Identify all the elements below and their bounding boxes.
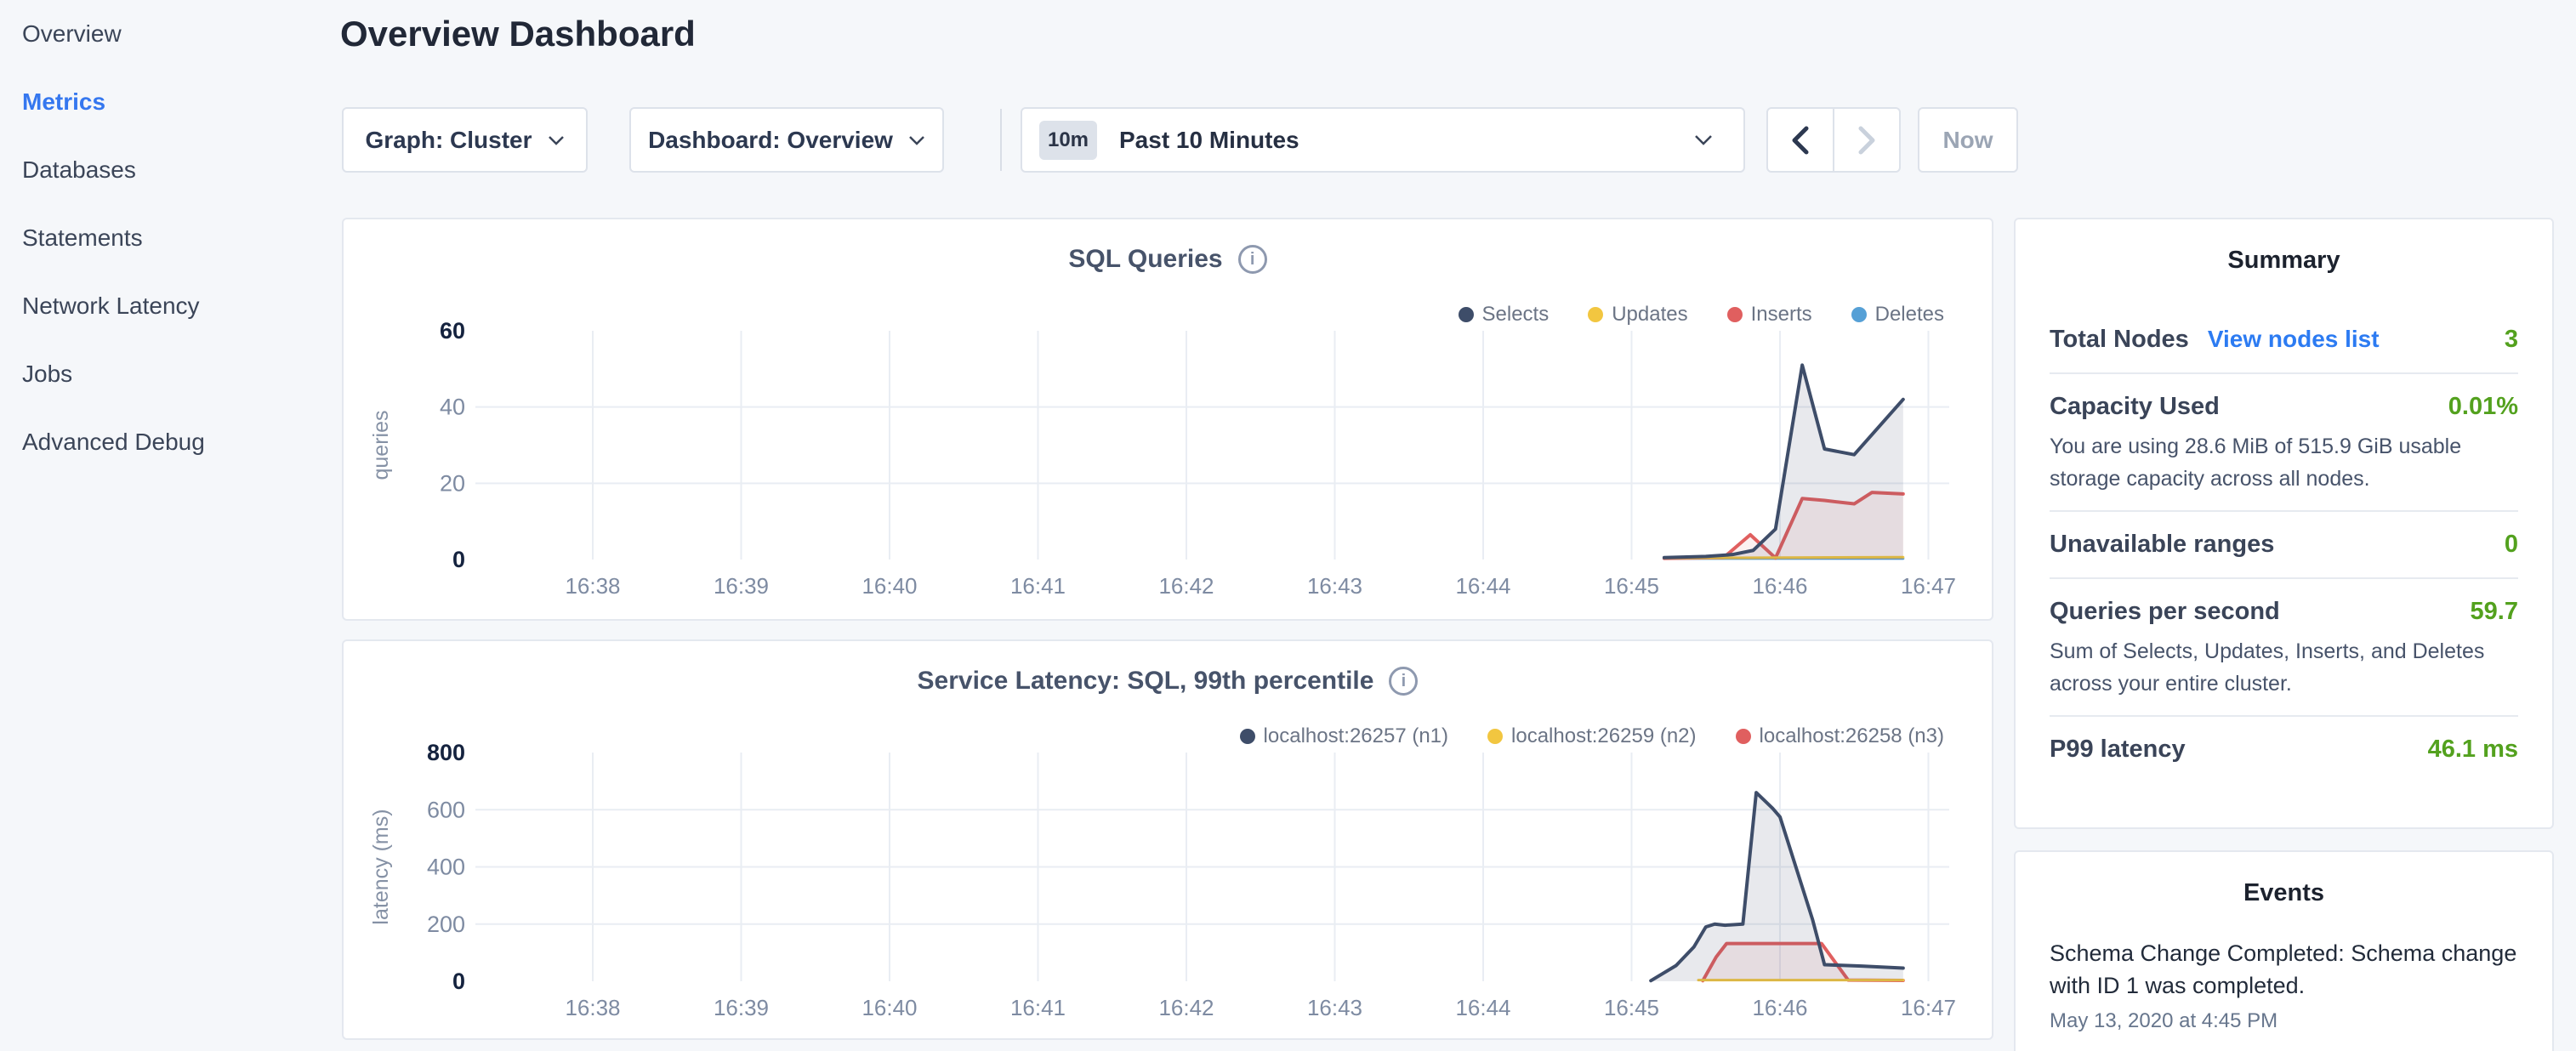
svg-text:0: 0 <box>452 547 465 572</box>
svg-text:40: 40 <box>440 395 465 420</box>
svg-text:16:39: 16:39 <box>714 995 769 1020</box>
svg-text:16:40: 16:40 <box>862 995 917 1020</box>
graph-dropdown-label: Graph: Cluster <box>365 127 532 154</box>
svg-text:16:41: 16:41 <box>1010 573 1066 599</box>
svg-text:16:41: 16:41 <box>1010 995 1066 1020</box>
time-range-shortcut-badge: 10m <box>1039 121 1097 160</box>
dashboard-dropdown[interactable]: Dashboard: Overview <box>629 107 944 173</box>
metrics-page: Overview Metrics Databases Statements Ne… <box>0 0 2576 1051</box>
sidebar: Overview Metrics Databases Statements Ne… <box>0 0 340 1051</box>
sidebar-item-metrics[interactable]: Metrics <box>22 88 340 116</box>
svg-text:0: 0 <box>452 969 465 994</box>
svg-text:16:45: 16:45 <box>1604 573 1659 599</box>
sidebar-item-databases[interactable]: Databases <box>22 156 340 184</box>
svg-text:16:44: 16:44 <box>1455 995 1510 1020</box>
events-panel: Events Schema Change Completed: Schema c… <box>2014 850 2554 1051</box>
unavailable-ranges-value: 0 <box>2505 531 2518 559</box>
svg-text:16:44: 16:44 <box>1455 573 1510 599</box>
capacity-used-note: You are using 28.6 MiB of 515.9 GiB usab… <box>2050 431 2518 495</box>
next-time-button[interactable] <box>1834 109 1899 171</box>
svg-text:16:47: 16:47 <box>1901 573 1956 599</box>
summary-row-unavailable-ranges: Unavailable ranges 0 <box>2050 512 2518 577</box>
p99-latency-value: 46.1 ms <box>2428 736 2518 764</box>
qps-value: 59.7 <box>2471 598 2518 626</box>
events-title: Events <box>2050 852 2518 907</box>
dashboard-dropdown-label: Dashboard: Overview <box>648 127 893 154</box>
sidebar-item-statements[interactable]: Statements <box>22 224 340 252</box>
sidebar-item-overview[interactable]: Overview <box>22 20 340 48</box>
total-nodes-value: 3 <box>2505 326 2518 354</box>
chevron-down-icon <box>908 135 925 145</box>
svg-text:16:43: 16:43 <box>1307 573 1362 599</box>
chevron-right-icon <box>1857 126 1876 155</box>
sidebar-item-network-latency[interactable]: Network Latency <box>22 293 340 320</box>
time-window-label: Past 10 Minutes <box>1119 127 1299 154</box>
chevron-down-icon <box>1694 134 1713 145</box>
svg-text:queries: queries <box>369 411 393 480</box>
svg-text:400: 400 <box>427 855 465 880</box>
service-latency-chart[interactable]: 16:38 16:39 16:40 16:41 16:42 16:43 16:44 16:45… <box>344 641 1992 1038</box>
svg-text:16:42: 16:42 <box>1158 573 1214 599</box>
sql-queries-chart[interactable]: 16:38 16:39 16:40 16:41 16:42 16:43 16:44 16:45… <box>344 219 1992 619</box>
chart-card-sql-queries: SQL Queries i Selects Updates Inserts De… <box>342 218 1993 621</box>
now-button[interactable]: Now <box>1918 107 2018 173</box>
view-nodes-link[interactable]: View nodes list <box>2208 326 2380 353</box>
chevron-left-icon <box>1791 126 1810 155</box>
svg-text:200: 200 <box>427 912 465 937</box>
event-message[interactable]: Schema Change Completed: Schema change w… <box>2050 938 2518 1003</box>
svg-text:800: 800 <box>427 740 465 765</box>
svg-text:20: 20 <box>440 470 465 496</box>
svg-text:16:38: 16:38 <box>565 995 620 1020</box>
svg-text:16:42: 16:42 <box>1158 995 1214 1020</box>
svg-text:16:43: 16:43 <box>1307 995 1362 1020</box>
summary-row-capacity-used: Capacity Used 0.01% <box>2050 374 2518 440</box>
capacity-used-value: 0.01% <box>2448 393 2518 421</box>
sidebar-item-jobs[interactable]: Jobs <box>22 361 340 388</box>
svg-text:60: 60 <box>440 318 465 344</box>
summary-row-qps: Queries per second 59.7 <box>2050 579 2518 645</box>
svg-text:16:47: 16:47 <box>1901 995 1956 1020</box>
summary-title: Summary <box>2050 219 2518 275</box>
summary-panel: Summary Total Nodes View nodes list 3 Ca… <box>2014 218 2554 829</box>
summary-row-total-nodes: Total Nodes View nodes list 3 <box>2050 307 2518 372</box>
chart-card-service-latency: Service Latency: SQL, 99th percentile i … <box>342 639 1993 1040</box>
svg-text:16:45: 16:45 <box>1604 995 1659 1020</box>
svg-text:16:46: 16:46 <box>1752 573 1807 599</box>
svg-text:16:39: 16:39 <box>714 573 769 599</box>
svg-text:16:40: 16:40 <box>862 573 917 599</box>
qps-note: Sum of Selects, Updates, Inserts, and De… <box>2050 636 2518 700</box>
summary-row-p99-latency: P99 latency 46.1 ms <box>2050 717 2518 782</box>
svg-text:16:46: 16:46 <box>1752 995 1807 1020</box>
svg-text:16:38: 16:38 <box>565 573 620 599</box>
controls-divider <box>1000 109 1002 171</box>
prev-time-button[interactable] <box>1768 109 1834 171</box>
time-step-buttons <box>1766 107 1901 173</box>
chevron-down-icon <box>548 135 565 145</box>
time-window-dropdown[interactable]: 10m Past 10 Minutes <box>1021 107 1745 173</box>
svg-text:latency (ms): latency (ms) <box>369 809 393 924</box>
event-timestamp: May 13, 2020 at 4:45 PM <box>2050 1009 2518 1033</box>
sidebar-item-advanced-debug[interactable]: Advanced Debug <box>22 429 340 456</box>
svg-text:600: 600 <box>427 797 465 822</box>
page-title: Overview Dashboard <box>340 14 696 54</box>
graph-node-dropdown[interactable]: Graph: Cluster <box>342 107 588 173</box>
